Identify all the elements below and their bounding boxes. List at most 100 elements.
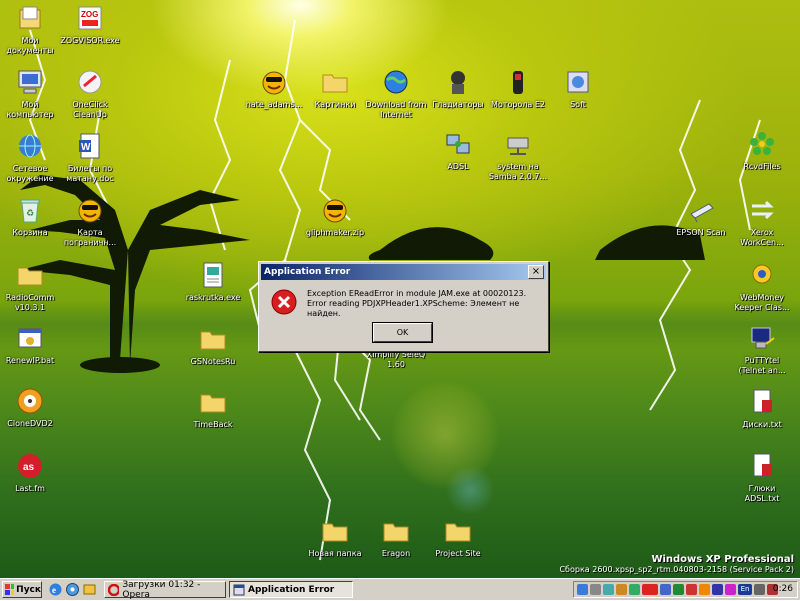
smiley-icon <box>74 194 106 226</box>
svg-text:as: as <box>23 462 35 473</box>
desktop-icon-rcvdfiles[interactable]: RcvdFiles <box>724 128 800 172</box>
folder-icon <box>197 386 229 418</box>
taskbar: Пуск e Загрузки 01:32 - Opera Applicatio… <box>0 578 800 600</box>
speed-tray-icon[interactable] <box>642 584 658 595</box>
monitor-tray-icon[interactable] <box>629 584 640 595</box>
desktop-icon-gliphmaker[interactable]: gliphmaker.zip <box>297 194 373 238</box>
app-error-icon <box>233 584 245 595</box>
app4-tray-icon[interactable] <box>699 584 710 595</box>
txt-icon <box>746 386 778 418</box>
smiley-icon <box>319 194 351 226</box>
desktop-icon-xerox[interactable]: Xerox WorkCen... <box>724 194 800 248</box>
taskbar-button-application-error[interactable]: Application Error <box>229 581 353 598</box>
app-tray-icon[interactable] <box>603 584 614 595</box>
desktop-icon-lastfm[interactable]: as Last.fm <box>0 450 68 494</box>
desktop-icon-timeback[interactable]: TimeBack <box>175 386 251 430</box>
opera-icon <box>108 583 120 596</box>
desktop-icon-webmoney[interactable]: WebMoney Keeper Clas... <box>724 259 800 313</box>
word-doc-icon: W <box>74 130 106 162</box>
network-tray-icon[interactable] <box>577 584 588 595</box>
folder-icon <box>319 66 351 98</box>
bat-icon <box>14 322 46 354</box>
os-edition: Windows XP Professional <box>651 554 794 565</box>
clock[interactable]: 0:26 <box>773 584 793 594</box>
app6-tray-icon[interactable] <box>725 584 736 595</box>
exe-icon <box>197 259 229 291</box>
network-connection-icon <box>442 128 474 160</box>
lang-tray-icon[interactable] <box>673 584 684 595</box>
show-desktop-icon[interactable] <box>82 582 97 597</box>
ok-button[interactable]: OK <box>372 322 433 343</box>
webmoney-icon <box>746 259 778 291</box>
desktop-icon-diski-txt[interactable]: Диски.txt <box>724 386 800 430</box>
keyboard-tray-icon[interactable] <box>754 584 765 595</box>
svg-text:♻: ♻ <box>26 209 34 219</box>
desktop-icon-gsnotesru[interactable]: GSNotesRu <box>175 323 251 367</box>
desktop: Мои документы Мой компьютер Сетевое окру… <box>0 0 800 578</box>
cleanup-icon <box>74 66 106 98</box>
system-tray: En 0:26 <box>573 581 798 598</box>
zog-app-icon: ZOG <box>74 2 106 34</box>
my-documents-icon <box>14 2 46 34</box>
smiley-icon <box>258 66 290 98</box>
dialog-close-button[interactable]: × <box>528 265 544 279</box>
app2-tray-icon[interactable] <box>660 584 671 595</box>
desktop-icon-karta[interactable]: Карта пограничн... <box>52 194 128 248</box>
taskbar-button-opera[interactable]: Загрузки 01:32 - Opera <box>104 579 226 600</box>
txt-icon <box>746 450 778 482</box>
gladiator-icon <box>442 66 474 98</box>
lastfm-icon: as <box>14 450 46 482</box>
os-build: Сборка 2600.xpsp_sp2_rtm.040803-2158 (Se… <box>559 565 794 574</box>
desktop-icon-project-site[interactable]: Project Site <box>420 515 496 559</box>
icq-flower-icon <box>746 128 778 160</box>
application-error-dialog[interactable]: Application Error × Exception EReadError… <box>258 261 549 352</box>
folder-icon <box>442 515 474 547</box>
folder-icon <box>380 515 412 547</box>
dialog-message-line2: Error reading PDJXPHeader1.XPScheme: Эле… <box>307 299 520 318</box>
explorer-icon[interactable] <box>65 582 80 597</box>
network-drive-icon <box>502 128 534 160</box>
folder-icon <box>319 515 351 547</box>
taskbar-button-label: Application Error <box>248 584 335 595</box>
antivirus-tray-icon[interactable] <box>616 584 627 595</box>
xerox-icon <box>746 194 778 226</box>
folder-icon <box>197 323 229 355</box>
desktop-icon-samba[interactable]: system на Samba 2.0.7... <box>480 128 556 182</box>
phone-icon <box>502 66 534 98</box>
svg-text:ZOG: ZOG <box>81 10 98 19</box>
desktop-icon-oneclick-cleanup[interactable]: OneClick CleanUp <box>52 66 128 120</box>
ie-icon[interactable]: e <box>48 582 63 597</box>
taskbar-button-label: Загрузки 01:32 - Opera <box>122 579 201 600</box>
error-icon <box>271 289 297 319</box>
svg-text:W: W <box>81 142 91 153</box>
my-computer-icon <box>14 66 46 98</box>
os-build-watermark: Windows XP Professional Сборка 2600.xpsp… <box>559 554 794 574</box>
soft-icon <box>562 66 594 98</box>
scanner-icon <box>685 194 717 226</box>
desktop-icon-radiocomm[interactable]: RadioComm v10.3.1 <box>0 259 68 313</box>
dialog-message-line1: Exception EReadError in module JAM.exe a… <box>307 289 527 298</box>
desktop-icon-zogvisor[interactable]: ZOG ZOGVISOR.exe <box>52 2 128 46</box>
network-icon <box>14 130 46 162</box>
start-label: Пуск <box>16 584 41 595</box>
desktop-icon-renewip[interactable]: RenewIP.bat <box>0 322 68 366</box>
desktop-icon-glyuki-txt[interactable]: Глюки ADSL.txt <box>724 450 800 504</box>
recycle-bin-icon: ♻ <box>14 194 46 226</box>
desktop-icon-soft[interactable]: Soft <box>540 66 616 110</box>
dialog-title: Application Error <box>264 267 351 277</box>
folder-icon <box>14 259 46 291</box>
desktop-icon-bilety-doc[interactable]: W Билеты по матану.doc <box>52 130 128 184</box>
volume-tray-icon[interactable] <box>590 584 601 595</box>
lang-en-tray-icon[interactable]: En <box>738 584 752 595</box>
dialog-message: Exception EReadError in module JAM.exe a… <box>307 289 548 319</box>
dialog-titlebar[interactable]: Application Error × <box>261 264 546 280</box>
desktop-icon-clonedvd[interactable]: CloneDVD2 <box>0 385 68 429</box>
svg-text:e: e <box>52 585 56 595</box>
app5-tray-icon[interactable] <box>712 584 723 595</box>
desktop-icon-puttytel[interactable]: PuTTYtel (Telnet an... <box>724 322 800 376</box>
app3-tray-icon[interactable] <box>686 584 697 595</box>
globe-icon <box>380 66 412 98</box>
desktop-icon-raskrutka[interactable]: raskrutka.exe <box>175 259 251 303</box>
start-button[interactable]: Пуск <box>2 581 42 598</box>
windows-logo-icon <box>5 584 15 595</box>
